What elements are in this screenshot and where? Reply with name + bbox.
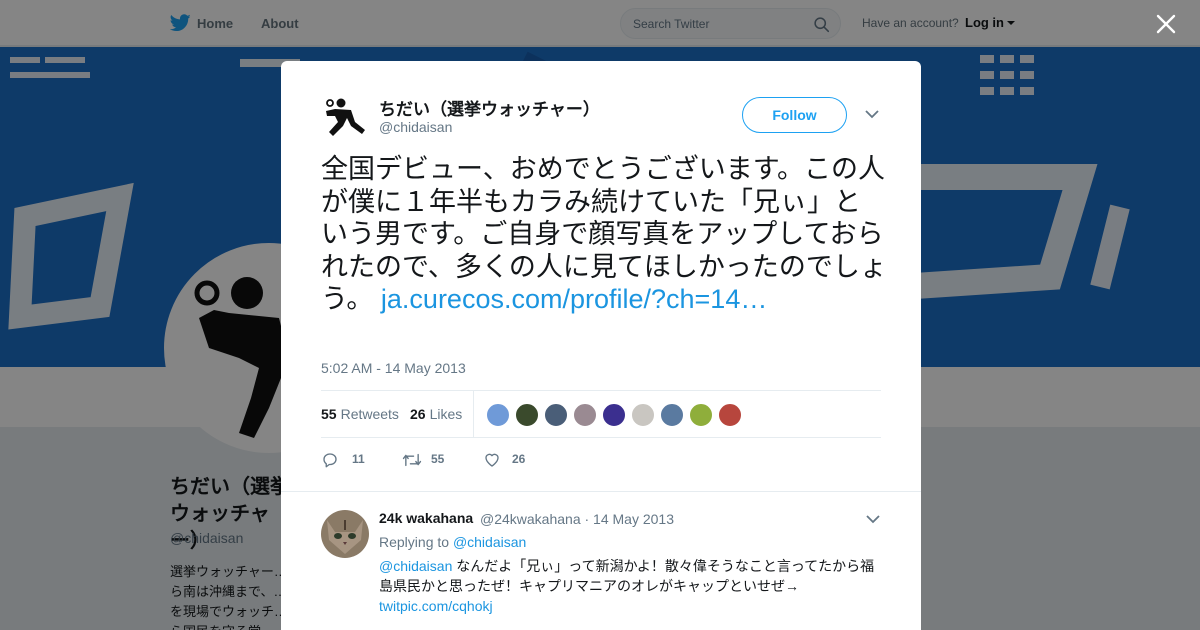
cat-avatar-icon <box>321 510 369 558</box>
reply-chevron-down-icon[interactable] <box>866 514 880 524</box>
reply-author-handle[interactable]: @24kwakahana · 14 May 2013 <box>480 511 674 527</box>
replying-to: Replying to @chidaisan <box>379 534 526 550</box>
tweet-actions: 11 55 26 <box>321 450 721 470</box>
liker-avatar-9[interactable] <box>717 402 743 428</box>
reply-separator <box>281 491 921 492</box>
reply-author-avatar[interactable] <box>321 510 369 558</box>
heart-icon <box>485 453 499 467</box>
tweet-modal: ちだい（選挙ウォッチャー） @chidaisan Follow 全国デビュー、お… <box>281 61 921 630</box>
likes-label: Likes <box>429 406 463 422</box>
tweet-author-avatar[interactable] <box>321 94 369 142</box>
liker-avatar-6[interactable] <box>630 402 656 428</box>
retweets-stat[interactable]: 55 Retweets <box>321 406 399 422</box>
retweet-count: 55 <box>431 452 445 466</box>
liker-avatar-5[interactable] <box>601 402 627 428</box>
reply-count: 11 <box>352 452 365 466</box>
close-icon[interactable] <box>1154 12 1178 36</box>
liker-avatar-3[interactable] <box>543 402 569 428</box>
tweet-text: 全国デビュー、おめでとうございます。この人が僕に１年半もカラみ続けていた「兄ぃ」… <box>321 153 887 316</box>
reply-icon <box>323 453 337 468</box>
chevron-down-icon[interactable] <box>865 109 879 119</box>
tweet-stats: 55 Retweets 26 Likes <box>321 390 881 438</box>
reply-text: @chidaisan なんだよ「兄ぃ」って新潟かよ！散々偉そうなこと言ってたから… <box>379 556 885 616</box>
follow-button[interactable]: Follow <box>742 97 847 133</box>
likes-stat[interactable]: 26 Likes <box>410 406 462 422</box>
replying-to-label: Replying to <box>379 534 450 550</box>
like-count: 26 <box>512 452 526 466</box>
retweets-count: 55 <box>321 406 337 422</box>
reply-author-name[interactable]: 24k wakahana <box>379 510 473 526</box>
retweet-icon <box>402 453 422 467</box>
tweet-link[interactable]: ja.curecos.com/profile/?ch=14… <box>381 284 767 314</box>
tweet-timestamp[interactable]: 5:02 AM - 14 May 2013 <box>321 360 466 376</box>
liker-avatar-2[interactable] <box>514 402 540 428</box>
stats-divider <box>473 391 474 437</box>
reply-body: なんだよ「兄ぃ」って新潟かよ！散々偉そうなこと言ってたから福島県民かと思ったぜ！… <box>379 558 875 594</box>
liker-avatar-7[interactable] <box>659 402 685 428</box>
tweet-author-handle[interactable]: @chidaisan <box>379 119 452 135</box>
liker-avatar-8[interactable] <box>688 402 714 428</box>
likes-count: 26 <box>410 406 426 422</box>
reply-link[interactable]: twitpic.com/cqhokj <box>379 598 493 614</box>
reply-mention[interactable]: @chidaisan <box>379 558 452 574</box>
liker-avatar-1[interactable] <box>485 402 511 428</box>
liker-avatar-4[interactable] <box>572 402 598 428</box>
tweet-author-name[interactable]: ちだい（選挙ウォッチャー） <box>379 95 600 120</box>
replying-to-handle[interactable]: @chidaisan <box>453 534 526 550</box>
retweets-label: Retweets <box>340 406 399 422</box>
